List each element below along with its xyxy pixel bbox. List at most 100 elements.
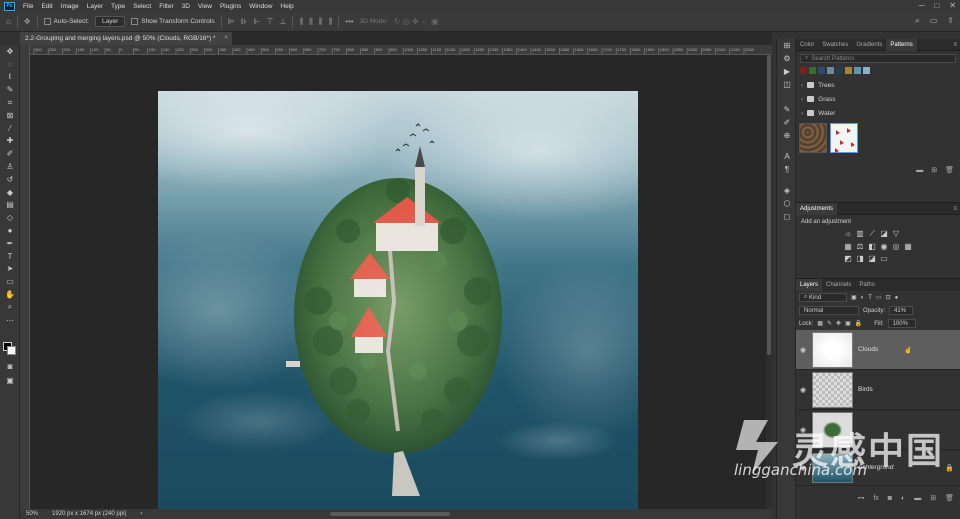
- tab-gradients[interactable]: Gradients: [852, 42, 886, 48]
- menu-3d[interactable]: 3D: [178, 3, 194, 10]
- lock-pixels-icon[interactable]: ✎: [827, 320, 832, 327]
- threshold-icon[interactable]: ◪: [867, 254, 878, 263]
- align-center-icon[interactable]: ⊪: [241, 17, 248, 26]
- layer-kind-dropdown[interactable]: ⌕ Kind: [799, 293, 847, 302]
- menu-type[interactable]: Type: [107, 3, 129, 10]
- doc-info-chevron-icon[interactable]: ›: [140, 511, 142, 517]
- tab-patterns[interactable]: Patterns: [886, 38, 917, 51]
- distribute-icon[interactable]: ⫼: [309, 17, 313, 27]
- panel-menu-icon[interactable]: ≡: [949, 206, 960, 212]
- gradient-map-icon[interactable]: ▭: [879, 254, 890, 263]
- eye-icon[interactable]: ◉: [796, 386, 810, 394]
- menu-edit[interactable]: Edit: [37, 3, 56, 10]
- fx-icon[interactable]: fx: [873, 495, 878, 502]
- menu-window[interactable]: Window: [245, 3, 276, 10]
- brushes-panel-icon[interactable]: ✐: [777, 116, 797, 129]
- tab-channels[interactable]: Channels: [822, 282, 855, 288]
- brightness-icon[interactable]: ☼: [843, 229, 854, 239]
- new-group-icon[interactable]: ▬: [914, 495, 921, 502]
- pen-tool-icon[interactable]: ✒: [0, 237, 20, 250]
- pattern-swatch[interactable]: [845, 67, 852, 74]
- pattern-swatch[interactable]: [827, 67, 834, 74]
- zoom-level[interactable]: 50%: [26, 511, 38, 517]
- fill-input[interactable]: 100%: [887, 319, 916, 328]
- show-transform-checkbox[interactable]: Show Transform Controls: [131, 17, 215, 25]
- photo-filter-icon[interactable]: ◉: [879, 242, 890, 251]
- horizontal-scrollbar[interactable]: [330, 512, 450, 516]
- pattern-swatch[interactable]: [836, 67, 843, 74]
- quick-select-tool-icon[interactable]: ✎: [0, 83, 20, 96]
- hand-tool-icon[interactable]: ✋: [0, 288, 20, 301]
- delete-layer-icon[interactable]: 🗑: [945, 494, 954, 502]
- menu-filter[interactable]: Filter: [155, 3, 177, 10]
- move-tool-icon[interactable]: ✥: [24, 17, 31, 26]
- more-options-icon[interactable]: •••: [345, 17, 353, 26]
- filter-smart-icon[interactable]: ⊡: [886, 294, 891, 301]
- eraser-tool-icon[interactable]: ◆: [0, 186, 20, 199]
- patterns-search-input[interactable]: ⌕ Search Patterns: [800, 54, 956, 63]
- blend-mode-dropdown[interactable]: Normal: [799, 306, 859, 315]
- lock-position-icon[interactable]: ✥: [836, 320, 841, 327]
- levels-icon[interactable]: ▥: [855, 229, 866, 239]
- history-panel-icon[interactable]: ⊞: [777, 39, 797, 52]
- filter-shape-icon[interactable]: ▭: [876, 294, 882, 301]
- align-left-icon[interactable]: ⊫: [228, 17, 235, 26]
- paths-panel-icon[interactable]: ◻: [777, 210, 797, 223]
- document-image[interactable]: [158, 91, 638, 509]
- rectangle-tool-icon[interactable]: ▭: [0, 275, 20, 288]
- invert-icon[interactable]: ◩: [843, 254, 854, 263]
- pattern-swatch[interactable]: [854, 67, 861, 74]
- color-balance-icon[interactable]: ⚖: [855, 242, 866, 251]
- menu-help[interactable]: Help: [276, 3, 297, 10]
- glyphs-panel-icon[interactable]: ◈: [777, 184, 797, 197]
- marquee-tool-icon[interactable]: ◌: [0, 58, 20, 71]
- type-tool-icon[interactable]: T: [0, 250, 20, 263]
- frame-tool-icon[interactable]: ⊠: [0, 109, 20, 122]
- vertical-ruler[interactable]: [20, 45, 30, 509]
- minimize-icon[interactable]: ─: [919, 1, 925, 10]
- menu-plugins[interactable]: Plugins: [216, 3, 245, 10]
- tab-swatches[interactable]: Swatches: [818, 42, 852, 48]
- screen-mode-icon[interactable]: ▣: [0, 374, 20, 387]
- menu-layer[interactable]: Layer: [83, 3, 107, 10]
- new-pattern-icon[interactable]: ⊞: [931, 166, 937, 174]
- pattern-folder-trees[interactable]: › Trees: [796, 78, 960, 92]
- more-tools-icon[interactable]: ⋯: [0, 314, 20, 327]
- opacity-input[interactable]: 41%: [889, 306, 914, 315]
- align-right-icon[interactable]: ⊩: [254, 17, 261, 26]
- eye-icon[interactable]: ◉: [796, 346, 810, 354]
- path-select-icon[interactable]: ➤: [0, 263, 20, 276]
- horizontal-ruler[interactable]: 300 250 200 150 100 50 0 50 100 150 200 250 300 350 40…: [30, 45, 772, 55]
- auto-select-dropdown[interactable]: Layer: [94, 16, 126, 27]
- pattern-thumbnail[interactable]: [799, 123, 827, 153]
- share-icon[interactable]: ⇪: [947, 16, 954, 26]
- 3d-panel-icon[interactable]: ⬡: [777, 197, 797, 210]
- scrollbar-thumb[interactable]: [767, 55, 771, 355]
- search-icon[interactable]: ⌕: [915, 16, 919, 26]
- black-white-icon[interactable]: ◧: [867, 242, 878, 251]
- filter-toggle-icon[interactable]: ●: [895, 295, 899, 301]
- link-layers-icon[interactable]: ⊶: [857, 494, 864, 502]
- brush-tool-icon[interactable]: ✐: [0, 147, 20, 160]
- close-icon[interactable]: ✕: [949, 1, 956, 10]
- distribute-icon[interactable]: ⫼: [328, 17, 332, 27]
- menu-view[interactable]: View: [194, 3, 216, 10]
- lock-transparent-icon[interactable]: ▦: [817, 320, 823, 327]
- paragraph-panel-icon[interactable]: ¶: [777, 163, 797, 176]
- blur-tool-icon[interactable]: ◇: [0, 211, 20, 224]
- lock-artboard-icon[interactable]: ▣: [845, 320, 851, 327]
- color-lookup-icon[interactable]: ▦: [903, 242, 914, 251]
- actions-panel-icon[interactable]: ▶: [777, 65, 797, 78]
- zoom-tool-icon[interactable]: ⌕: [0, 301, 20, 314]
- pattern-folder-water[interactable]: › Water: [796, 106, 960, 120]
- home-icon[interactable]: ⌂: [6, 17, 11, 26]
- vibrance-icon[interactable]: ▽: [891, 229, 902, 239]
- filter-adjustment-icon[interactable]: ◐: [861, 295, 865, 301]
- align-top-icon[interactable]: ⊤: [266, 17, 273, 26]
- lasso-tool-icon[interactable]: ℓ: [0, 71, 20, 84]
- curves-icon[interactable]: ⟋: [867, 229, 878, 239]
- close-tab-icon[interactable]: ×: [224, 34, 228, 41]
- pattern-thumbnail[interactable]: [830, 123, 858, 153]
- tab-paths[interactable]: Paths: [855, 282, 878, 288]
- new-adjustment-icon[interactable]: ◐: [901, 495, 905, 502]
